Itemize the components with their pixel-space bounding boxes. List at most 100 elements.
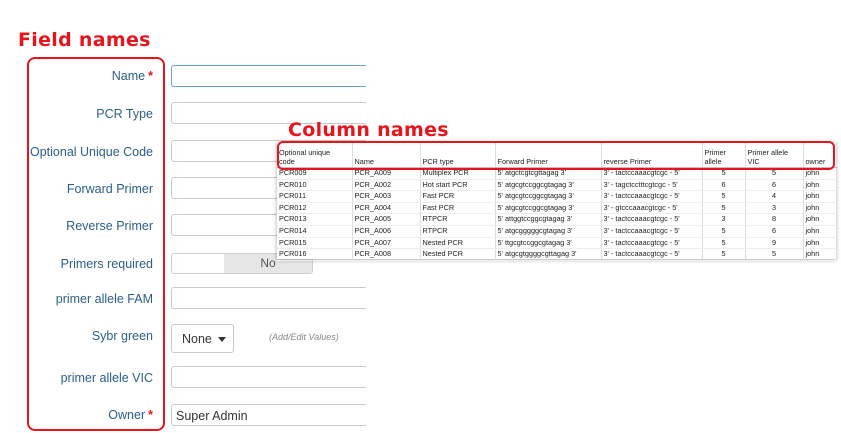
sybr-add-edit-link[interactable]: (Add/Edit Values)	[269, 332, 339, 342]
cell-forward: 5' ttgcgtccggcgtagag 3'	[495, 237, 602, 250]
cell-code: PCR016	[277, 248, 353, 261]
sybr-label: Sybr green	[91, 329, 153, 343]
table-row: PCR011 PCR_A003 Fast PCR 5' atgcgtccggcgtag…	[277, 190, 837, 203]
fam-label: primer allele FAM	[55, 292, 153, 306]
col-header-forward-primer: Forward Primer	[495, 142, 602, 168]
cell-allele: 5	[702, 225, 746, 238]
cell-name: PCR_A006	[352, 225, 421, 238]
owner-label: Owner *	[108, 408, 153, 422]
cell-name: PCR_A005	[352, 213, 421, 226]
cell-owner: john	[803, 167, 837, 180]
cell-owner: john	[803, 179, 837, 192]
cell-code: PCR013	[277, 213, 353, 226]
vic-label: primer allele VIC	[60, 371, 153, 385]
cell-forward: 5' atgcgggggcgtagag 3'	[495, 225, 602, 238]
cell-owner: john	[803, 190, 837, 203]
cell-forward: 5' atgcgtggggcgttagag 3'	[495, 248, 602, 261]
table-row: PCR010 PCR_A002 Hot start PCR 5' atgcgtccgg…	[277, 179, 837, 192]
cell-allele: 5	[702, 167, 746, 180]
reverse-primer-label: Reverse Primer	[66, 219, 153, 233]
cell-type: Nested PCR	[420, 237, 496, 250]
table-row: PCR009 PCR_A009 Multiplex PCR 5' atgctcgtcg…	[277, 167, 837, 180]
caret-down-icon	[217, 337, 226, 343]
cell-code: PCR014	[277, 225, 353, 238]
cell-name: PCR_A003	[352, 190, 421, 203]
cell-name: PCR_A007	[352, 237, 421, 250]
cell-type: Fast PCR	[420, 190, 496, 203]
cell-name: PCR_A009	[352, 167, 421, 180]
cell-reverse: 3' - tagctcctttcgtcgc - 5'	[601, 179, 703, 192]
col-header-primer-allele: Primer allele	[702, 142, 746, 168]
unique-code-label: Optional Unique Code	[30, 145, 153, 159]
cell-code: PCR012	[277, 202, 353, 215]
owner-input[interactable]: Super Admin	[171, 404, 366, 426]
cell-vic: 6	[745, 179, 804, 192]
cell-type: RTPCR	[420, 225, 496, 238]
col-header-pcr-type: PCR type	[420, 142, 496, 168]
cell-code: PCR011	[277, 190, 353, 203]
table-row: PCR016 PCR_A008 Nested PCR 5' atgcgtggggcgt…	[277, 248, 837, 261]
cell-forward: 5' attggtccggcgtagag 3'	[495, 213, 602, 226]
name-label: Name *	[111, 69, 153, 83]
cell-reverse: 3' - gtcccaaacgtcgc - 5'	[601, 202, 703, 215]
cell-allele: 3	[702, 213, 746, 226]
cell-vic: 8	[745, 213, 804, 226]
vic-input[interactable]	[171, 366, 366, 388]
primers-required-label: Primers required	[60, 257, 153, 271]
sybr-select[interactable]: None	[171, 324, 234, 353]
pcr-type-label: PCR Type	[96, 107, 153, 121]
table-header-row: Optional unique code Name PCR type Forwar…	[277, 142, 837, 168]
fam-input[interactable]	[171, 287, 366, 309]
cell-vic: 5	[745, 248, 804, 261]
cell-owner: john	[803, 225, 837, 238]
cell-vic: 6	[745, 225, 804, 238]
cell-reverse: 3' - tactccaaacgtcgc - 5'	[601, 213, 703, 226]
cell-name: PCR_A008	[352, 248, 421, 261]
cell-allele: 5	[702, 248, 746, 261]
pcr-table: Optional unique code Name PCR type Forwar…	[277, 142, 837, 261]
col-header-name: Name	[352, 142, 421, 168]
cell-name: PCR_A002	[352, 179, 421, 192]
cell-owner: john	[803, 213, 837, 226]
col-header-primer-allele-vic: Primer allele VIC	[745, 142, 804, 168]
cell-code: PCR010	[277, 179, 353, 192]
cell-vic: 9	[745, 237, 804, 250]
cell-allele: 5	[702, 237, 746, 250]
cell-type: RTPCR	[420, 213, 496, 226]
cell-forward: 5' atgcgtccggcgtagag 3'	[495, 202, 602, 215]
table-row: PCR013 PCR_A005 RTPCR 5' attggtccggcgtagag …	[277, 213, 837, 226]
table-row: PCR014 PCR_A006 RTPCR 5' atgcgggggcgtagag 3…	[277, 225, 837, 238]
required-mark: *	[148, 408, 153, 422]
col-header-reverse-primer: reverse Primer	[601, 142, 703, 168]
cell-owner: john	[803, 237, 837, 250]
required-mark: *	[148, 69, 153, 83]
cell-owner: john	[803, 248, 837, 261]
cell-allele: 5	[702, 202, 746, 215]
cell-allele: 6	[702, 179, 746, 192]
table-row: PCR015 PCR_A007 Nested PCR 5' ttgcgtccggcgt…	[277, 237, 837, 250]
table-row: PCR012 PCR_A004 Fast PCR 5' atgcgtccggcgtag…	[277, 202, 837, 215]
cell-name: PCR_A004	[352, 202, 421, 215]
cell-reverse: 3' - tactccaaacgtcgc - 5'	[601, 225, 703, 238]
cell-reverse: 3' - tactccaaacgtcgc - 5'	[601, 190, 703, 203]
cell-code: PCR009	[277, 167, 353, 180]
cell-allele: 5	[702, 190, 746, 203]
cell-forward: 5' atgcgtccggcgtagag 3'	[495, 179, 602, 192]
cell-reverse: 3' - tactccaaacgtcgc - 5'	[601, 248, 703, 261]
cell-type: Multiplex PCR	[420, 167, 496, 180]
cell-forward: 5' atgctcgtcgttagag 3'	[495, 167, 602, 180]
column-names-annotation: Column names	[288, 119, 449, 141]
col-header-code: Optional unique code	[277, 142, 353, 168]
cell-reverse: 3' - tactccaaacgtcgc - 5'	[601, 237, 703, 250]
cell-code: PCR015	[277, 237, 353, 250]
cell-reverse: 3' - tactccaaacgtcgc - 5'	[601, 167, 703, 180]
col-header-owner: owner	[803, 142, 837, 168]
cell-vic: 3	[745, 202, 804, 215]
cell-type: Hot start PCR	[420, 179, 496, 192]
cell-owner: john	[803, 202, 837, 215]
sybr-selected-value: None	[182, 332, 212, 346]
cell-type: Nested PCR	[420, 248, 496, 261]
name-input[interactable]	[171, 65, 366, 87]
cell-type: Fast PCR	[420, 202, 496, 215]
forward-primer-label: Forward Primer	[66, 182, 153, 196]
